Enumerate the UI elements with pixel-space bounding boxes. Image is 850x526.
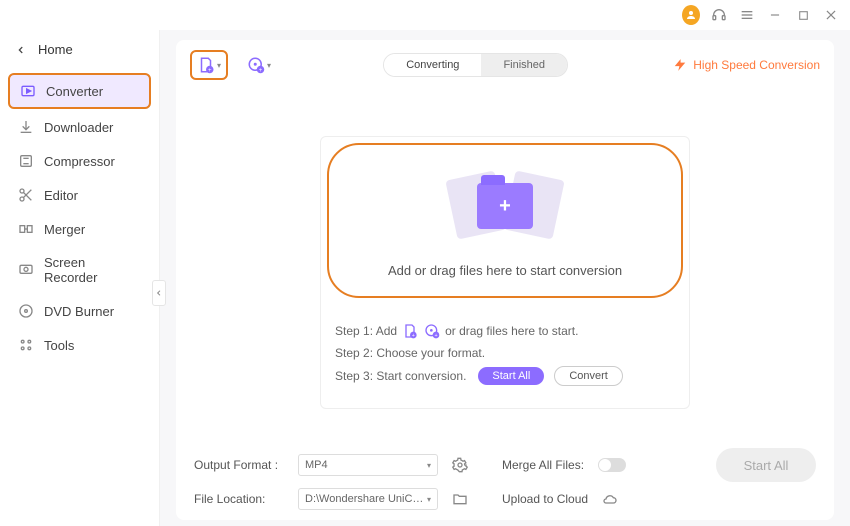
home-label: Home [38,42,73,57]
svg-text:+: + [208,68,212,74]
file-location-label: File Location: [194,492,284,506]
steps: Step 1: Add + + or drag files here to st… [321,304,689,408]
bottom-bar: Output Format : MP4 ▾ Merge All Files: S… [190,438,820,510]
sidebar-item-tools[interactable]: Tools [8,329,151,361]
step-1: Step 1: Add + + or drag files here to st… [335,322,675,340]
avatar-icon[interactable] [682,6,700,24]
sidebar-item-label: Tools [44,338,74,353]
sidebar-item-label: DVD Burner [44,304,114,319]
merge-all-label: Merge All Files: [502,458,584,472]
sidebar-item-label: Converter [46,84,103,99]
step3-text: Step 3: Start conversion. [335,369,466,383]
close-icon[interactable] [822,6,840,24]
add-file-icon[interactable]: + [401,322,419,340]
maximize-icon[interactable] [794,6,812,24]
folder-illustration: + [445,165,565,245]
chevron-down-icon: ▾ [427,495,431,504]
chevron-down-icon: ▾ [427,461,431,470]
recorder-icon [18,262,34,278]
upload-cloud-label: Upload to Cloud [502,492,588,506]
sidebar-item-label: Downloader [44,120,113,135]
content-panel: + ▾ + ▾ Converting Finished High Speed C… [176,40,834,520]
start-all-mini-button[interactable]: Start All [478,367,544,385]
toolbar: + ▾ + ▾ Converting Finished High Speed C… [190,50,820,80]
svg-text:+: + [412,333,415,339]
minimize-icon[interactable] [766,6,784,24]
tab-converting[interactable]: Converting [384,54,481,76]
chevron-down-icon: ▾ [217,61,221,70]
folder-icon[interactable] [452,491,468,507]
file-location-value: D:\Wondershare UniConverter 1 [305,493,427,505]
disc-plus-icon[interactable]: + [423,322,441,340]
sidebar-item-dvd-burner[interactable]: DVD Burner [8,295,151,327]
tab-segment: Converting Finished [383,53,568,77]
svg-text:+: + [259,68,263,74]
drop-card: + Add or drag files here to start conver… [320,136,690,409]
cloud-icon[interactable] [602,491,618,507]
download-icon [18,119,34,135]
lightning-icon [673,58,687,72]
drop-text: Add or drag files here to start conversi… [388,263,622,278]
plus-icon: + [499,195,511,218]
sidebar-item-label: Merger [44,222,85,237]
sidebar-item-label: Compressor [44,154,115,169]
drop-zone[interactable]: + Add or drag files here to start conver… [327,143,683,298]
titlebar [0,0,850,30]
start-all-button[interactable]: Start All [716,448,816,482]
disc-icon [18,303,34,319]
sidebar: Home Converter Downloader Compressor Edi… [0,30,160,526]
sidebar-item-screen-recorder[interactable]: Screen Recorder [8,247,151,293]
back-home[interactable]: Home [8,38,151,61]
step-2: Step 2: Choose your format. [335,346,675,360]
sidebar-item-downloader[interactable]: Downloader [8,111,151,143]
add-disc-button[interactable]: + ▾ [240,50,278,80]
add-file-icon: + [197,56,215,74]
output-format-label: Output Format : [194,458,284,472]
scissors-icon [18,187,34,203]
convert-mini-button[interactable]: Convert [554,366,623,386]
high-speed-toggle[interactable]: High Speed Conversion [673,58,820,72]
headset-icon[interactable] [710,6,728,24]
step1-suffix: or drag files here to start. [445,324,578,338]
svg-text:+: + [435,333,438,339]
output-format-select[interactable]: MP4 ▾ [298,454,438,476]
tab-finished[interactable]: Finished [481,54,567,76]
sidebar-item-compressor[interactable]: Compressor [8,145,151,177]
merger-icon [18,221,34,237]
file-location-select[interactable]: D:\Wondershare UniConverter 1 ▾ [298,488,438,510]
disc-plus-icon: + [247,56,265,74]
sidebar-item-label: Editor [44,188,78,203]
chevron-down-icon: ▾ [267,61,271,70]
sidebar-collapse[interactable] [152,280,166,306]
chevron-left-icon [16,45,26,55]
sidebar-item-editor[interactable]: Editor [8,179,151,211]
chevron-left-icon [155,289,163,297]
sidebar-item-label: Screen Recorder [44,255,141,285]
tools-icon [18,337,34,353]
sidebar-item-converter[interactable]: Converter [8,73,151,109]
compressor-icon [18,153,34,169]
gear-icon[interactable] [452,457,468,473]
output-format-value: MP4 [305,459,328,471]
step-3: Step 3: Start conversion. Start All Conv… [335,366,675,386]
merge-all-toggle[interactable] [598,458,626,472]
high-speed-label: High Speed Conversion [693,58,820,72]
sidebar-item-merger[interactable]: Merger [8,213,151,245]
menu-icon[interactable] [738,6,756,24]
step1-prefix: Step 1: Add [335,324,397,338]
add-file-button[interactable]: + ▾ [190,50,228,80]
main-area: + ▾ + ▾ Converting Finished High Speed C… [160,30,850,526]
converter-icon [20,83,36,99]
